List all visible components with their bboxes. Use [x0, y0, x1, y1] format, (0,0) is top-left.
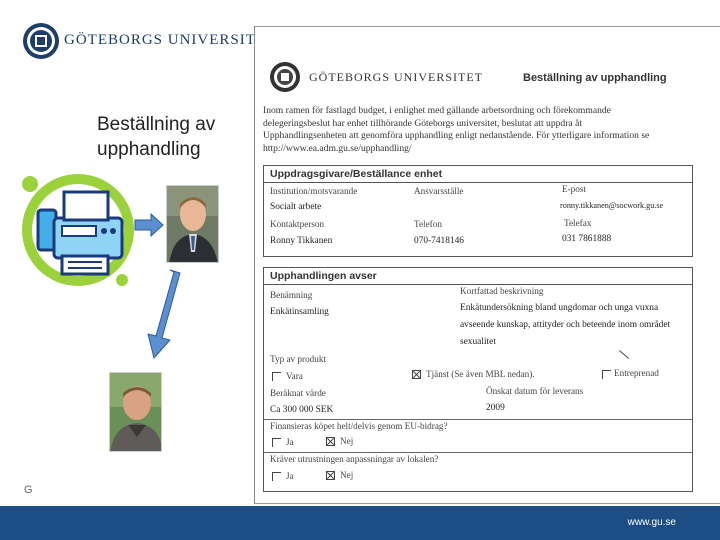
facility-no-checkbox[interactable]	[326, 471, 335, 480]
eu-no-checkbox[interactable]	[326, 437, 335, 446]
institution-value: Socialt arbete	[270, 202, 322, 212]
phone-label: Telefon	[414, 219, 442, 229]
email-value: ronny.tikkanen@socwork.gu.se	[560, 201, 664, 210]
document-intro: Inom ramen för fastlagd budget, i enligh…	[263, 105, 695, 155]
fax-machine-icon	[22, 174, 134, 286]
divider	[264, 284, 692, 285]
contact-value: Ronny Tikkanen	[270, 236, 333, 246]
name-label: Benämning	[270, 290, 313, 300]
eu-yes-label: Ja	[286, 437, 294, 447]
intro-line: Upphandlingsenheten att genomföra upphan…	[263, 130, 650, 141]
description-line: sexualitet	[460, 337, 496, 347]
person-photo-2	[109, 372, 162, 452]
delivery-date-value: 2009	[486, 403, 505, 413]
facility-no-label: Nej	[340, 470, 354, 480]
description-label: Kortfattad beskrivning	[460, 286, 544, 296]
value-value: Ca 300 000 SEK	[270, 405, 334, 415]
facility-yes-checkbox[interactable]	[272, 472, 281, 481]
fax-label: Telefax	[564, 218, 592, 228]
product-type-label: Typ av produkt	[270, 354, 327, 364]
facility-yes-label: Ja	[286, 471, 294, 481]
intro-line: Inom ramen för fastlagd budget, i enligh…	[263, 105, 611, 116]
delivery-date-label: Önskat datum för leverans	[486, 386, 584, 396]
phone-value: 070-7418146	[414, 236, 464, 246]
facility-question: Kräver utrustningen anpassningar av loka…	[270, 454, 439, 464]
footer-bar: www.gu.se	[0, 506, 720, 540]
fax-value: 031 7861888	[562, 234, 612, 244]
client-section: Uppdragsgivare/Beställance enhet Institu…	[263, 165, 693, 257]
description-line: Enkätundersökning bland ungdomar och ung…	[460, 303, 659, 313]
intro-line: delegeringsbeslut har enhet tillhörande …	[263, 117, 582, 129]
pen-mark	[619, 350, 629, 359]
vara-label: Vara	[286, 371, 303, 381]
university-name: GÖTEBORGS UNIVERSITET	[64, 32, 277, 48]
description-line: avseende kunskap, attityder och beteende…	[460, 320, 671, 330]
eu-yes-checkbox[interactable]	[272, 438, 281, 447]
entreprenad-checkbox[interactable]	[602, 370, 611, 379]
arrow-right-icon	[134, 212, 164, 238]
divider	[264, 419, 692, 420]
contact-label: Kontaktperson	[270, 219, 325, 229]
eu-no-label: Nej	[340, 436, 354, 446]
procurement-section-title: Upphandlingen avser	[270, 270, 377, 282]
eu-question: Finansieras köpet helt/delvis genom EU-b…	[270, 421, 448, 431]
document-heading: Beställning av upphandling	[523, 72, 667, 84]
email-label: E-post	[562, 184, 586, 194]
university-seal-icon	[270, 62, 300, 92]
footer-letter: G	[24, 484, 33, 496]
intro-link[interactable]: http://www.ea.adm.gu.se/upphandling/	[263, 143, 695, 156]
tjanst-checkbox[interactable]	[412, 370, 421, 379]
institution-label: Institution/motsvarande	[270, 186, 358, 196]
name-value: Enkätinsamling	[270, 307, 329, 317]
order-form-document: GÖTEBORGS UNIVERSITET Beställning av upp…	[254, 26, 720, 504]
university-seal-icon	[23, 23, 59, 59]
ansvar-label: Ansvarsställe	[414, 186, 464, 196]
divider	[264, 452, 692, 453]
entreprenad-label: Entreprenad	[614, 368, 659, 378]
client-section-title: Uppdragsgivare/Beställance enhet	[270, 168, 443, 180]
document-university-name: GÖTEBORGS UNIVERSITET	[309, 70, 483, 84]
slide-title: Beställning av upphandling	[97, 114, 216, 160]
vara-checkbox[interactable]	[272, 372, 281, 381]
procurement-section: Upphandlingen avser Benämning Kortfattad…	[263, 267, 693, 492]
value-label: Beräknat värde	[270, 388, 326, 398]
divider	[264, 182, 692, 183]
tjanst-label: Tjänst (Se även MBL nedan).	[426, 369, 535, 379]
arrow-down-icon	[147, 269, 181, 360]
footer-url[interactable]: www.gu.se	[628, 517, 676, 528]
person-photo-1	[166, 185, 219, 263]
